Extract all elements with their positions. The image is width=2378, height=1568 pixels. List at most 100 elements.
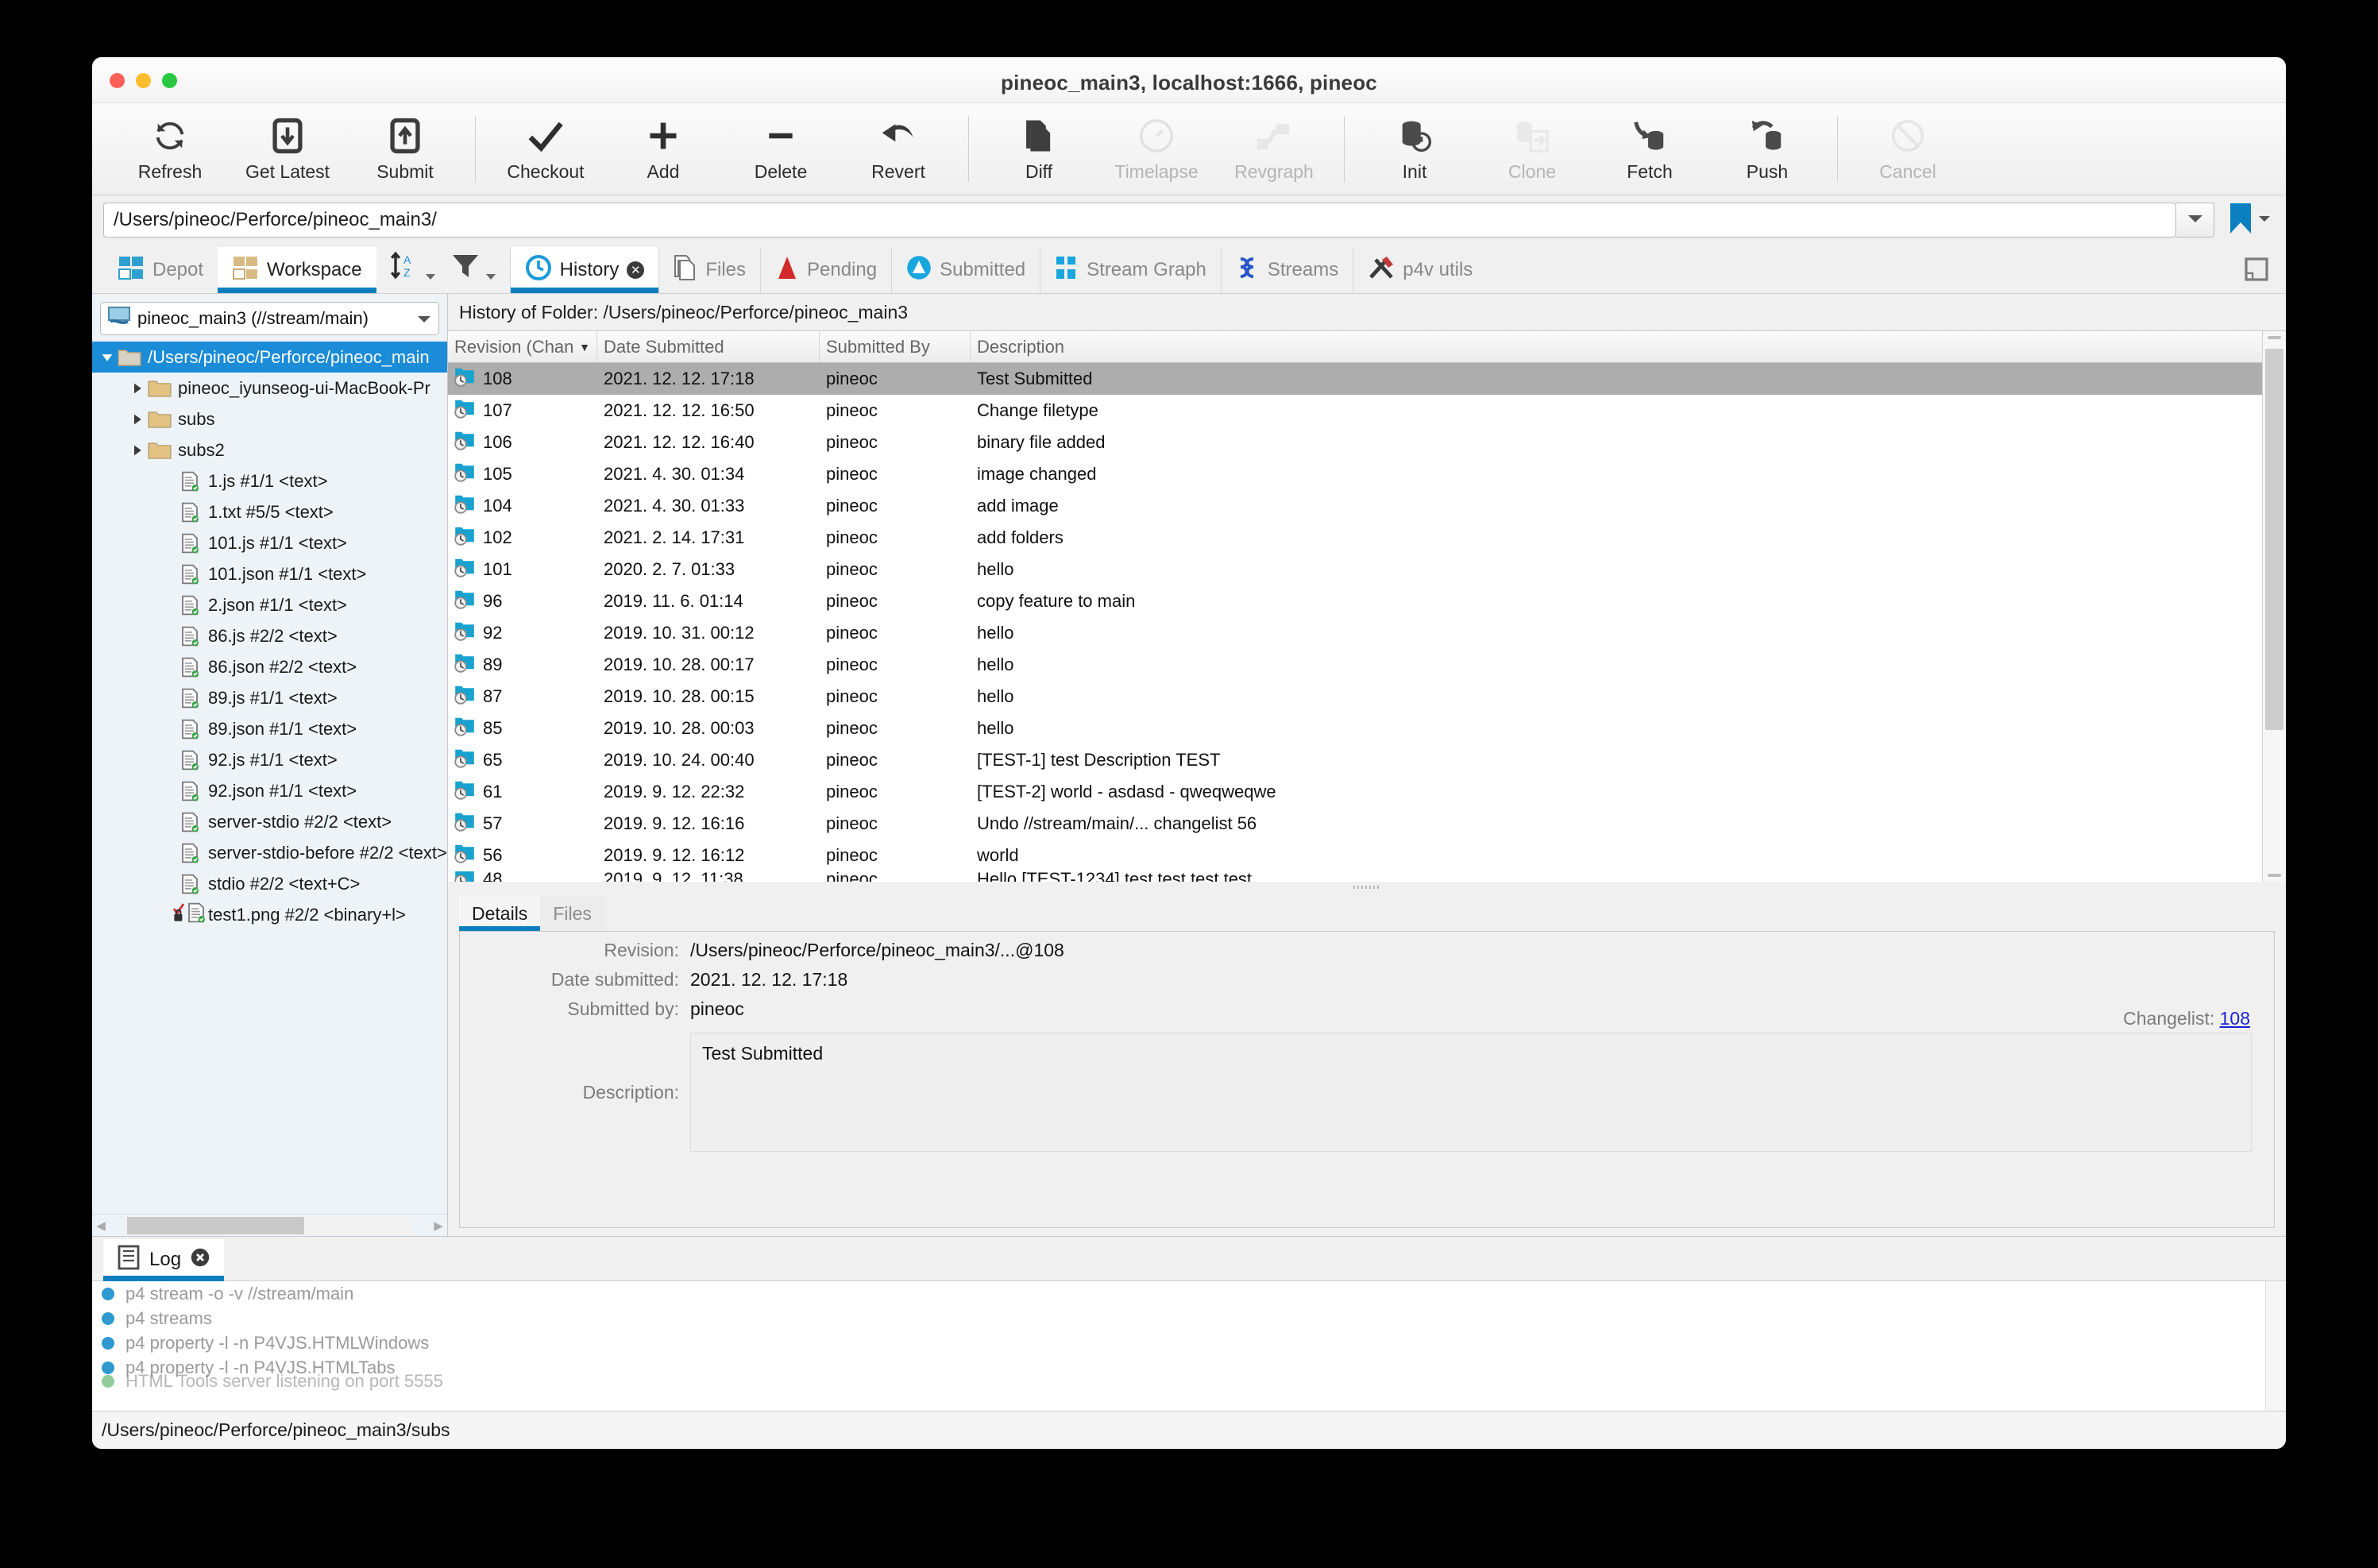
tab-detail-files[interactable]: Files bbox=[540, 896, 604, 931]
history-vertical-scrollbar[interactable] bbox=[2262, 331, 2286, 882]
filter-icon[interactable] bbox=[451, 252, 480, 284]
get-latest-button[interactable]: Get Latest bbox=[229, 103, 346, 195]
detach-panel-button[interactable] bbox=[2245, 257, 2286, 293]
tree-item[interactable]: server-stdio-before #2/2 <text> bbox=[92, 837, 447, 868]
tree-item[interactable]: 86.js #2/2 <text> bbox=[92, 620, 447, 651]
scroll-left-icon[interactable]: ◀ bbox=[92, 1218, 110, 1233]
tree-item[interactable]: pineoc_iyunseog-ui-MacBook-Pr bbox=[92, 373, 447, 404]
table-row[interactable]: 92 2019. 10. 31. 00:12 pineoc hello bbox=[448, 617, 2262, 649]
path-input[interactable]: /Users/pineoc/Perforce/pineoc_main3/ bbox=[103, 203, 2176, 238]
tab-log[interactable]: Log bbox=[103, 1239, 225, 1281]
tree-item[interactable]: subs2 bbox=[92, 434, 447, 465]
bookmark-button[interactable] bbox=[2221, 202, 2278, 239]
tree-item[interactable]: 2.json #1/1 <text> bbox=[92, 589, 447, 620]
tree-item[interactable]: 86.json #2/2 <text> bbox=[92, 651, 447, 682]
table-row[interactable]: 57 2019. 9. 12. 16:16 pineoc Undo //stream/… bbox=[448, 808, 2262, 840]
tree-item[interactable]: subs bbox=[92, 404, 447, 434]
table-row[interactable]: 107 2021. 12. 12. 16:50 pineoc Change filet… bbox=[448, 395, 2262, 427]
tree-twisty[interactable] bbox=[127, 382, 148, 395]
changelist-link[interactable]: 108 bbox=[2220, 1008, 2250, 1029]
tab-p4v-utils[interactable]: p4v utils bbox=[1353, 247, 1487, 293]
tab-workspace[interactable]: Workspace bbox=[218, 247, 376, 293]
table-row[interactable]: 89 2019. 10. 28. 00:17 pineoc hello bbox=[448, 649, 2262, 681]
table-row[interactable]: 61 2019. 9. 12. 22:32 pineoc [TEST-2] world… bbox=[448, 776, 2262, 808]
tree-item[interactable]: server-stdio #2/2 <text> bbox=[92, 806, 447, 837]
cell-description: hello bbox=[977, 686, 1014, 706]
table-row[interactable]: 87 2019. 10. 28. 00:15 pineoc hello bbox=[448, 681, 2262, 713]
tree-item[interactable]: 92.js #1/1 <text> bbox=[92, 744, 447, 775]
workspace-selector[interactable]: pineoc_main3 (//stream/main) bbox=[100, 302, 439, 335]
log-output[interactable]: p4 stream -o -v //stream/main p4 streams p… bbox=[92, 1281, 2286, 1411]
vscroll-thumb[interactable] bbox=[2265, 349, 2283, 730]
tab-pending[interactable]: Pending bbox=[760, 247, 891, 293]
revert-button[interactable]: Revert bbox=[840, 103, 957, 195]
tab-history[interactable]: History ✕ bbox=[509, 247, 659, 293]
sort-icon[interactable]: A Z bbox=[389, 251, 419, 285]
tree-twisty[interactable] bbox=[97, 351, 118, 364]
tree-item[interactable]: /Users/pineoc/Perforce/pineoc_main bbox=[92, 342, 447, 373]
filter-caret-icon[interactable] bbox=[484, 271, 497, 285]
path-dropdown-button[interactable] bbox=[2176, 203, 2214, 238]
vscroll-up-arrow[interactable] bbox=[2268, 336, 2281, 339]
cell-revision: 101 bbox=[483, 559, 512, 579]
fetch-button[interactable]: Fetch bbox=[1591, 103, 1708, 195]
table-row[interactable]: 102 2021. 2. 14. 17:31 pineoc add folders bbox=[448, 522, 2262, 554]
close-circle-icon[interactable] bbox=[191, 1248, 210, 1273]
tree-item[interactable]: 101.json #1/1 <text> bbox=[92, 558, 447, 589]
tree-item[interactable]: stdio #2/2 <text+C> bbox=[92, 868, 447, 899]
vscroll-down-arrow[interactable] bbox=[2268, 874, 2281, 877]
tree-horizontal-scrollbar[interactable]: ◀ ▶ bbox=[92, 1214, 447, 1236]
submit-button[interactable]: Submit bbox=[346, 103, 464, 195]
clone-button: Clone bbox=[1473, 103, 1591, 195]
tab-details[interactable]: Details bbox=[459, 896, 541, 931]
table-row[interactable]: 108 2021. 12. 12. 17:18 pineoc Test Submitt… bbox=[448, 363, 2262, 395]
table-row[interactable]: 105 2021. 4. 30. 01:34 pineoc image changed bbox=[448, 458, 2262, 490]
table-row[interactable]: 65 2019. 10. 24. 00:40 pineoc [TEST-1] test… bbox=[448, 744, 2262, 776]
tree-twisty[interactable] bbox=[127, 444, 148, 457]
sort-desc-caret-icon[interactable]: ▼ bbox=[579, 341, 590, 353]
tree-item[interactable]: 1.txt #5/5 <text> bbox=[92, 496, 447, 527]
column-header[interactable]: Submitted By bbox=[820, 331, 971, 362]
tree-item[interactable]: 1.js #1/1 <text> bbox=[92, 465, 447, 496]
file-icon bbox=[178, 657, 202, 678]
tab-submitted[interactable]: Submitted bbox=[891, 247, 1040, 293]
tree-item[interactable]: 89.json #1/1 <text> bbox=[92, 713, 447, 744]
refresh-button[interactable]: Refresh bbox=[111, 103, 229, 195]
history-clock-icon bbox=[525, 254, 552, 287]
tree-hscroll-track[interactable] bbox=[127, 1216, 412, 1234]
tree-hscroll-thumb[interactable] bbox=[127, 1216, 304, 1234]
history-table-body[interactable]: 108 2021. 12. 12. 17:18 pineoc Test Submitt… bbox=[448, 363, 2262, 882]
tree-item[interactable]: 89.js #1/1 <text> bbox=[92, 682, 447, 713]
get-latest-label: Get Latest bbox=[245, 161, 330, 182]
table-row[interactable]: 101 2020. 2. 7. 01:33 pineoc hello bbox=[448, 554, 2262, 585]
add-button[interactable]: Add bbox=[604, 103, 722, 195]
workspace-file-tree[interactable]: /Users/pineoc/Perforce/pineoc_main pineoc… bbox=[92, 340, 447, 1214]
table-row[interactable]: 96 2019. 11. 6. 01:14 pineoc copy feature t… bbox=[448, 585, 2262, 617]
tab-streams[interactable]: Streams bbox=[1220, 247, 1353, 293]
column-header[interactable]: Revision (Chan ▼ bbox=[448, 331, 597, 362]
tab-files[interactable]: Files bbox=[658, 247, 760, 293]
tree-item[interactable]: 101.js #1/1 <text> bbox=[92, 527, 447, 558]
splitter-grip[interactable] bbox=[448, 882, 2286, 893]
diff-button[interactable]: Diff bbox=[980, 103, 1098, 195]
sort-caret-icon[interactable] bbox=[424, 271, 437, 285]
log-vertical-scrollbar[interactable] bbox=[2265, 1281, 2286, 1411]
column-header[interactable]: Description bbox=[971, 331, 2262, 362]
table-row[interactable]: 104 2021. 4. 30. 01:33 pineoc add image bbox=[448, 490, 2262, 522]
tab-depot[interactable]: Depot bbox=[103, 247, 218, 293]
init-button[interactable]: Init bbox=[1356, 103, 1473, 195]
delete-button[interactable]: Delete bbox=[722, 103, 840, 195]
table-row[interactable]: 106 2021. 12. 12. 16:40 pineoc binary file … bbox=[448, 427, 2262, 458]
column-header[interactable]: Date Submitted bbox=[597, 331, 820, 362]
tree-item[interactable]: test1.png #2/2 <binary+l> bbox=[92, 899, 447, 930]
scroll-right-icon[interactable]: ▶ bbox=[430, 1218, 447, 1233]
table-row[interactable]: 48 2019. 9. 12. 11:38 pineoc Hello [TEST-12… bbox=[448, 871, 2262, 882]
tab-stream-graph[interactable]: Stream Graph bbox=[1040, 247, 1221, 293]
push-button[interactable]: Push bbox=[1708, 103, 1826, 195]
tree-twisty[interactable] bbox=[127, 413, 148, 426]
checkout-button[interactable]: Checkout bbox=[487, 103, 604, 195]
close-icon[interactable]: ✕ bbox=[627, 261, 645, 279]
table-row[interactable]: 85 2019. 10. 28. 00:03 pineoc hello bbox=[448, 713, 2262, 744]
table-row[interactable]: 56 2019. 9. 12. 16:12 pineoc world bbox=[448, 840, 2262, 871]
tree-item[interactable]: 92.json #1/1 <text> bbox=[92, 775, 447, 806]
